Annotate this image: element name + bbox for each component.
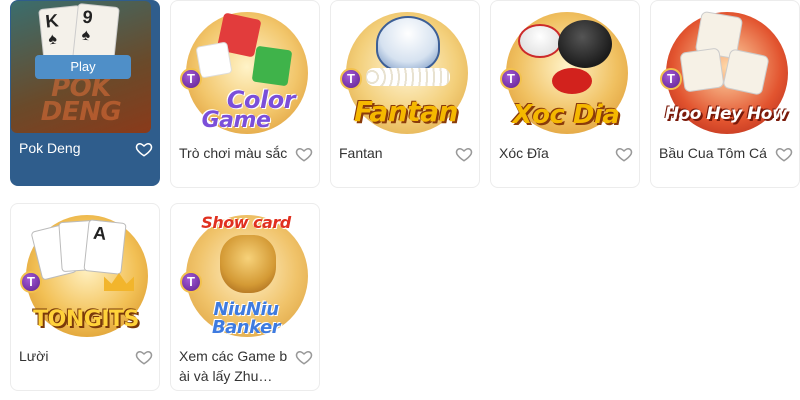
bowl-icon <box>518 24 562 58</box>
game-logo-text: Hoo Hey How <box>664 104 788 124</box>
game-logo-text: Fantan <box>354 95 458 128</box>
game-name: Bầu Cua Tôm Cá <box>659 145 767 161</box>
game-thumbnail[interactable]: A T TONGITS <box>16 209 156 341</box>
game-thumbnail[interactable]: T Fantan <box>336 6 476 138</box>
game-name: Pok Deng <box>19 140 81 156</box>
t-badge-icon: T <box>20 271 42 293</box>
game-card-pok-deng[interactable]: K ♠ 9 ♠ POK DENG Play Pok Deng <box>10 0 160 186</box>
game-name: Trò chơi màu sắc <box>179 145 288 161</box>
game-thumbnail[interactable]: T Xoc Dia <box>496 6 636 138</box>
game-thumbnail[interactable]: K ♠ 9 ♠ POK DENG Play <box>11 1 151 133</box>
game-logo-text: Xoc Dia <box>512 100 620 130</box>
heart-icon[interactable] <box>775 145 793 163</box>
beans-icon <box>366 68 450 86</box>
game-logo-text: Game <box>201 108 271 133</box>
game-name: Xóc Đĩa <box>499 145 549 161</box>
playing-card-icon: A <box>83 219 127 275</box>
game-card-xoc-dia[interactable]: T Xoc Dia Xóc Đĩa <box>490 0 640 188</box>
game-card-tongits[interactable]: A T TONGITS Lười <box>10 203 160 391</box>
dice-icon <box>722 48 770 96</box>
game-logo-text: DENG <box>40 97 122 127</box>
t-badge-icon: T <box>500 68 522 90</box>
dice-icon <box>679 47 725 93</box>
color-cube-icon <box>251 45 293 87</box>
play-button[interactable]: Play <box>35 55 131 79</box>
game-thumbnail[interactable]: T Color Game <box>176 6 316 138</box>
game-card-fantan[interactable]: T Fantan Fantan <box>330 0 480 188</box>
heart-icon[interactable] <box>135 140 153 158</box>
game-name: Xem các Game bài và lấy Zhu… <box>179 348 288 384</box>
game-card-niuniu-banker[interactable]: Show card T NiuNiu Banker Xem các Game b… <box>170 203 320 391</box>
heart-icon[interactable] <box>135 348 153 366</box>
t-badge-icon: T <box>180 68 202 90</box>
game-name: Lười <box>19 348 49 364</box>
game-logo-text: Banker <box>211 317 281 338</box>
game-logo-text: Show card <box>201 213 291 232</box>
t-badge-icon: T <box>660 68 682 90</box>
game-card-color-game[interactable]: T Color Game Trò chơi màu sắc <box>170 0 320 188</box>
heart-icon[interactable] <box>455 145 473 163</box>
t-badge-icon: T <box>180 271 202 293</box>
red-plate-icon <box>552 68 592 94</box>
game-thumbnail[interactable]: T Hoo Hey How <box>656 6 796 138</box>
heart-icon[interactable] <box>295 348 313 366</box>
lacquer-cup-icon <box>558 20 612 68</box>
game-name: Fantan <box>339 145 383 161</box>
heart-icon[interactable] <box>295 145 313 163</box>
color-cube-icon <box>195 41 233 79</box>
bull-icon <box>220 235 276 293</box>
game-logo-text: TONGITS <box>33 307 139 332</box>
game-thumbnail[interactable]: Show card T NiuNiu Banker <box>176 209 316 341</box>
t-badge-icon: T <box>340 68 362 90</box>
heart-icon[interactable] <box>615 145 633 163</box>
game-card-hoo-hey-how[interactable]: T Hoo Hey How Bầu Cua Tôm Cá <box>650 0 800 188</box>
porcelain-bowl-icon <box>376 16 440 72</box>
